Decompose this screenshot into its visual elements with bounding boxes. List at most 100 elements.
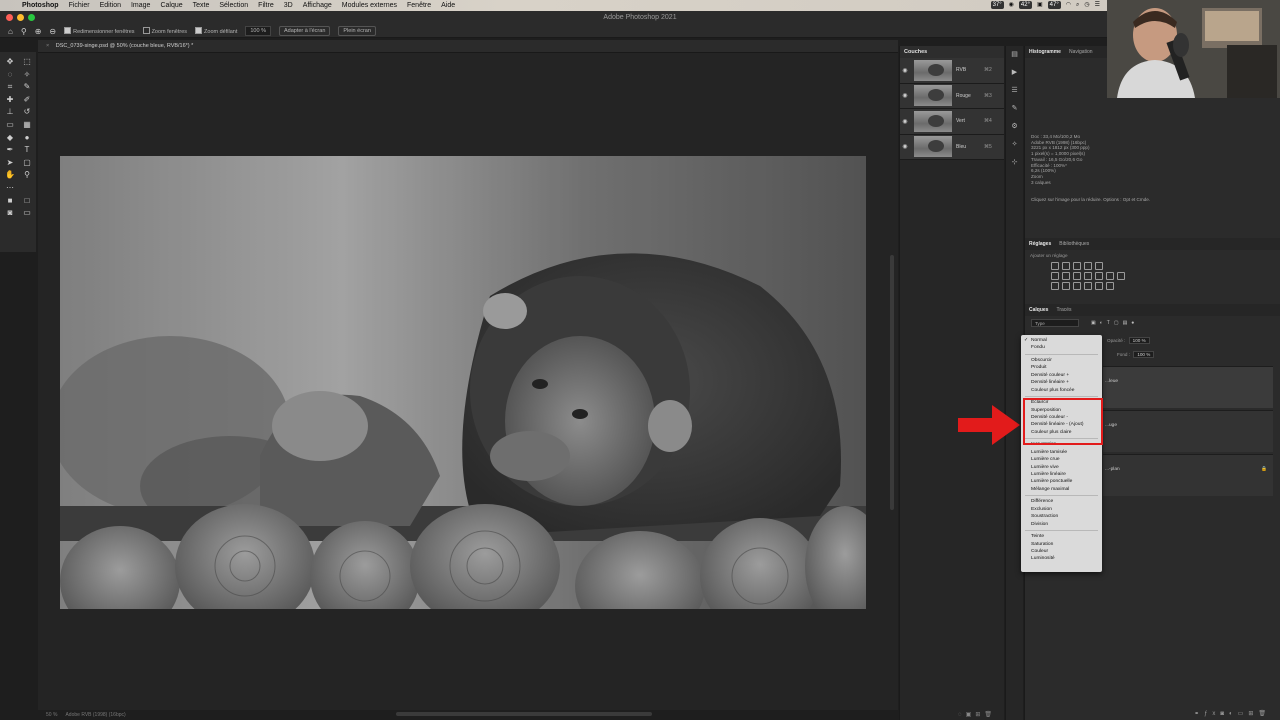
chimpanzee-photo[interactable] — [60, 156, 866, 609]
stamp-tool-icon[interactable]: ⊥ — [2, 106, 18, 119]
shadows-icon[interactable] — [1106, 282, 1114, 290]
eyedropper-icon[interactable]: ✎ — [19, 81, 35, 94]
tab-bibliotheques[interactable]: Bibliothèques — [1059, 238, 1089, 250]
channel-row-rvb[interactable]: ◉ RVB ⌘2 — [900, 58, 1004, 84]
zoom-out-icon[interactable]: ⊖ — [49, 27, 56, 36]
hand-tool-icon[interactable]: ✋ — [2, 169, 18, 182]
dodge-tool-icon[interactable]: ● — [19, 132, 35, 145]
menu-calque[interactable]: Calque — [160, 2, 182, 9]
healing-brush-icon[interactable]: ✚ — [2, 94, 18, 107]
blend-option-couleur[interactable]: Couleur — [1021, 548, 1102, 555]
document-tab[interactable]: × DSC_0739-singe.psd @ 50% (couche bleue… — [38, 40, 898, 53]
temp-readout-3[interactable]: 47° — [1047, 1, 1061, 9]
layer-row[interactable]: ...uge — [1103, 410, 1273, 452]
blend-option-soustraction[interactable]: Soustraction — [1021, 513, 1102, 520]
photo-filter-icon[interactable] — [1084, 272, 1092, 280]
menu-filtre[interactable]: Filtre — [258, 2, 274, 9]
filter-adjust-icon[interactable]: ◐ — [1100, 320, 1103, 326]
eye-icon[interactable]: ◉ — [900, 143, 910, 150]
blend-option-luminosite[interactable]: Luminosité — [1021, 555, 1102, 562]
filter-shape-icon[interactable]: ▢ — [1114, 320, 1119, 326]
vibrance-icon[interactable] — [1095, 262, 1103, 270]
curves-icon[interactable] — [1073, 262, 1081, 270]
tab-reglages[interactable]: Réglages — [1029, 238, 1051, 250]
crop-tool-icon[interactable]: ⌗ — [2, 81, 18, 94]
temp-readout-2[interactable]: 42° — [1018, 1, 1032, 9]
menu-selection[interactable]: Sélection — [219, 2, 248, 9]
zoom-in-icon[interactable]: ⊕ — [35, 27, 42, 36]
vertical-scrollbar[interactable] — [890, 255, 894, 510]
exposure-icon[interactable] — [1084, 262, 1092, 270]
tab-traces[interactable]: Tracés — [1056, 304, 1071, 316]
hue-sat-icon[interactable] — [1051, 272, 1059, 280]
grid-icon[interactable] — [1117, 272, 1125, 280]
filter-type-icon[interactable]: T — [1107, 320, 1110, 326]
opacity-field[interactable]: 100 % — [1128, 337, 1150, 344]
blend-option-saturation[interactable]: Saturation — [1021, 541, 1102, 548]
play-actions-icon[interactable]: ▶ — [1006, 64, 1023, 82]
blend-option-lumiere-lineaire[interactable]: Lumière linéaire — [1021, 471, 1102, 478]
blend-option-lumiere-crue[interactable]: Lumière crue — [1021, 456, 1102, 463]
wifi-icon[interactable]: ◠ — [1066, 1, 1071, 9]
type-tool-icon[interactable]: T — [19, 144, 35, 157]
channel-row-rouge[interactable]: ◉ Rouge ⌘3 — [900, 83, 1004, 109]
tab-navigation[interactable]: Navigation — [1069, 46, 1093, 58]
invert-icon[interactable] — [1051, 282, 1059, 290]
blend-option-densite-couleur-plus[interactable]: Densité couleur + — [1021, 372, 1102, 379]
blend-option-normal[interactable]: Normal — [1021, 337, 1102, 345]
eye-icon[interactable]: ◉ — [900, 92, 910, 99]
path-select-icon[interactable]: ➤ — [2, 157, 18, 170]
filter-toggle-icon[interactable]: ● — [1131, 320, 1134, 326]
marquee-tool-icon[interactable]: ⬚ — [19, 56, 35, 69]
close-document-icon[interactable]: × — [46, 43, 49, 49]
filter-smart-icon[interactable]: ▤ — [1123, 320, 1128, 326]
history-panel-icon[interactable]: ▤ — [1006, 46, 1023, 64]
black-white-icon[interactable] — [1073, 272, 1081, 280]
blend-option-couleur-plus-foncee[interactable]: Couleur plus foncée — [1021, 387, 1102, 394]
blend-option-lumiere-vive[interactable]: Lumière vive — [1021, 464, 1102, 471]
close-window-icon[interactable] — [6, 14, 13, 21]
resize-windows-checkbox[interactable]: Redimensionner fenêtres — [64, 27, 134, 35]
search-status-icon[interactable]: ⌕ — [1076, 1, 1079, 9]
brush-settings-icon[interactable]: ✎ — [1006, 100, 1023, 118]
menu-image[interactable]: Image — [131, 2, 150, 9]
zoom-value-field[interactable]: 100 % — [245, 26, 271, 36]
menu-texte[interactable]: Texte — [193, 2, 210, 9]
more-tools-icon[interactable]: ⋯ — [2, 182, 18, 195]
properties-panel-icon[interactable]: ☰ — [1006, 82, 1023, 100]
menu-fenetre[interactable]: Fenêtre — [407, 2, 431, 9]
menu-aide[interactable]: Aide — [441, 2, 455, 9]
channel-row-vert[interactable]: ◉ Vert ⌘4 — [900, 109, 1004, 135]
selective-color-icon[interactable] — [1095, 282, 1103, 290]
blend-option-melange-maximal[interactable]: Mélange maximal — [1021, 486, 1102, 493]
paths-panel-icon[interactable]: ⊹ — [1006, 154, 1023, 172]
brush-tool-icon[interactable]: ✐ — [19, 94, 35, 107]
eye-icon[interactable]: ◉ — [900, 67, 910, 74]
zoom-window-icon[interactable] — [28, 14, 35, 21]
move-tool-icon[interactable]: ✥ — [2, 56, 18, 69]
eraser-tool-icon[interactable]: ▭ — [2, 119, 18, 132]
layer-row[interactable]: ...-plan 🔒 — [1103, 454, 1273, 496]
tab-calques[interactable]: Calques — [1029, 304, 1048, 316]
menu-edition[interactable]: Edition — [100, 2, 121, 9]
color-lookup-icon[interactable] — [1106, 272, 1114, 280]
zoom-tool-icon[interactable]: ⚲ — [21, 27, 27, 36]
adjust-panel-icon[interactable]: ⚙ — [1006, 118, 1023, 136]
channel-mixer-icon[interactable] — [1095, 272, 1103, 280]
eye-icon[interactable]: ◉ — [900, 118, 910, 125]
control-center-icon[interactable]: ☰ — [1095, 1, 1100, 9]
background-color-icon[interactable]: □ — [19, 195, 35, 208]
blend-option-fondu[interactable]: Fondu — [1021, 344, 1102, 351]
fit-screen-button[interactable]: Adapter à l'écran — [278, 26, 331, 36]
blend-option-exclusion[interactable]: Exclusion — [1021, 506, 1102, 513]
menu-modules-externes[interactable]: Modules externes — [342, 2, 397, 9]
lock-icon[interactable]: 🔒 — [1261, 467, 1267, 472]
menu-3d[interactable]: 3D — [284, 2, 293, 9]
posterize-icon[interactable] — [1062, 282, 1070, 290]
zoom-windows-checkbox[interactable]: Zoom fenêtres — [143, 27, 187, 35]
screen-mode-icon[interactable]: ▭ — [19, 207, 35, 220]
fill-field[interactable]: 100 % — [1133, 351, 1155, 358]
menu-photoshop[interactable]: Photoshop — [22, 2, 59, 9]
blend-option-teinte[interactable]: Teinte — [1021, 533, 1102, 540]
layers-footer-icons[interactable]: ⚭ƒx◙◐▭⊞🗑 — [1194, 710, 1271, 717]
